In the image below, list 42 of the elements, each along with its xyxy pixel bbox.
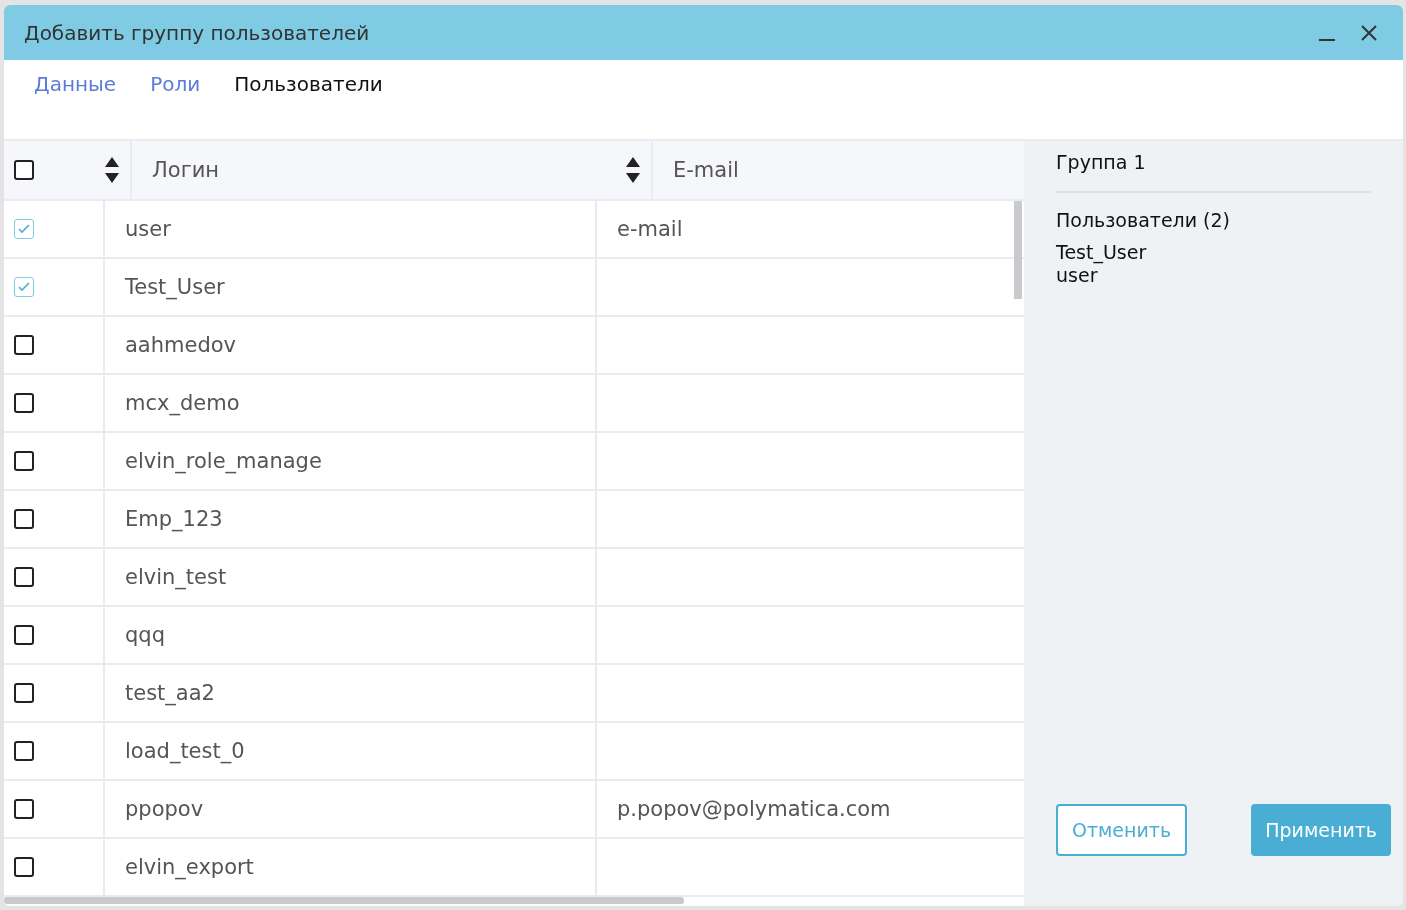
row-checkbox[interactable] [14,857,34,877]
row-checkbox[interactable] [14,799,34,819]
group-name: Группа 1 [1056,151,1146,173]
users-heading: Пользователи (2) [1056,209,1231,231]
row-checkbox[interactable] [14,393,34,413]
user-name: Test_User [1056,241,1147,264]
sort-icon[interactable] [104,156,120,184]
table-cell: mcx_demo [125,391,240,415]
column-header[interactable]: Логин [152,158,220,182]
column-header[interactable]: E-mail [673,158,739,182]
table-cell: e-mail [617,217,683,241]
table-cell: Emp_123 [125,507,223,531]
row-checkbox[interactable] [14,509,34,529]
table-cell: aahmedov [125,333,237,357]
select-all-checkbox[interactable] [14,160,34,180]
row-checkbox[interactable] [14,335,34,355]
sort-icon[interactable] [625,156,641,184]
table-cell: Test_User [125,275,225,299]
tab[interactable]: Роли [150,72,201,100]
row-checkbox[interactable] [14,567,34,587]
table-cell: ppopov [125,797,204,821]
table-cell: elvin_export [125,855,254,879]
tab[interactable]: Данные [34,72,117,100]
table-cell: load_test_0 [125,739,245,763]
table-cell: p.popov@polymatica.com [617,797,891,821]
row-checkbox[interactable] [14,683,34,703]
window-title: Добавить группу пользователей [24,20,370,45]
table-cell: test_aa2 [125,681,215,705]
apply-button[interactable]: Применить [1251,804,1391,856]
user-name: user [1056,264,1098,287]
row-checkbox[interactable] [14,451,34,471]
row-checkbox[interactable] [14,741,34,761]
table-cell: elvin_test [125,565,227,589]
table-cell: user [125,217,171,241]
scrollbar-thumb[interactable] [1014,201,1022,299]
scrollbar-thumb[interactable] [4,897,684,904]
close-icon[interactable] [1359,22,1379,43]
cancel-button[interactable]: Отменить [1056,804,1188,856]
tab[interactable]: Пользователи [234,72,383,100]
table-cell: qqq [125,623,165,647]
table-cell: elvin_role_manage [125,449,322,473]
row-checkbox[interactable] [14,625,34,645]
